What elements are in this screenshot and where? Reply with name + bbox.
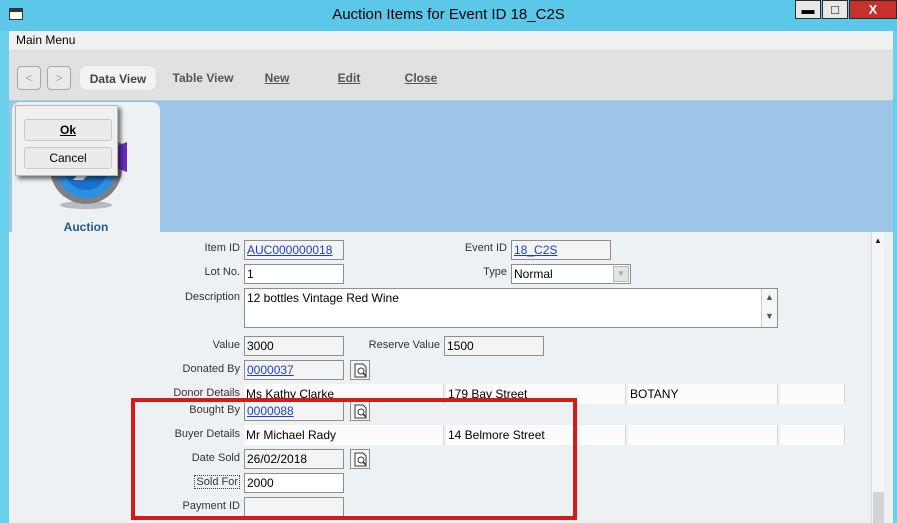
vertical-scrollbar[interactable]: ▲: [871, 232, 884, 523]
scroll-up-icon[interactable]: ▲: [761, 289, 777, 308]
lot-no-field[interactable]: 1: [244, 264, 344, 284]
scroll-down-icon[interactable]: ▼: [761, 308, 777, 327]
type-select[interactable]: Normal ▼: [511, 264, 631, 284]
auction-tab-label: Auction: [63, 220, 109, 234]
cancel-button[interactable]: Cancel: [24, 147, 112, 169]
confirm-popup: Ok Cancel: [15, 105, 118, 176]
toolbar: < > Data View Table View New Edit Close: [9, 51, 893, 101]
data-view-tab[interactable]: Data View: [79, 65, 157, 91]
description-text: 12 bottles Vintage Red Wine: [247, 291, 399, 305]
table-view-tab[interactable]: Table View: [164, 65, 242, 91]
close-button[interactable]: Close: [396, 65, 446, 91]
lookup-icon: [354, 363, 367, 378]
description-field[interactable]: 12 bottles Vintage Red Wine ▲ ▼: [244, 288, 778, 328]
lot-no-label: Lot No.: [204, 266, 240, 278]
minimize-button[interactable]: ▬: [795, 0, 821, 19]
event-id-label: Event ID: [464, 242, 507, 254]
maximize-button[interactable]: □: [822, 0, 848, 19]
value-field[interactable]: 3000: [244, 336, 344, 356]
type-label: Type: [483, 266, 507, 278]
dropdown-arrow-icon[interactable]: ▼: [613, 266, 629, 282]
description-label: Description: [184, 291, 240, 303]
close-window-button[interactable]: X: [849, 0, 897, 19]
highlight-box: [131, 398, 577, 520]
menu-bar: Main Menu: [9, 31, 893, 51]
value-label: Value: [212, 339, 240, 351]
donated-by-field[interactable]: 0000037: [244, 360, 344, 380]
window-title: Auction Items for Event ID 18_C2S: [332, 6, 565, 23]
donor-suburb: BOTANY: [628, 384, 778, 404]
donor-lookup-button[interactable]: [350, 360, 370, 380]
edit-button[interactable]: Edit: [324, 65, 374, 91]
new-button[interactable]: New: [252, 65, 302, 91]
main-menu[interactable]: Main Menu: [16, 33, 75, 47]
scrollbar-thumb[interactable]: [873, 492, 884, 523]
forward-button[interactable]: >: [47, 66, 71, 90]
type-select-value: Normal: [514, 267, 553, 281]
back-button[interactable]: <: [17, 66, 41, 90]
buyer-suburb: [628, 425, 778, 445]
donated-by-label: Donated By: [182, 363, 240, 375]
title-bar: Auction Items for Event ID 18_C2S ▬ □ X: [0, 0, 897, 31]
reserve-value-field[interactable]: 1500: [444, 336, 544, 356]
ok-button[interactable]: Ok: [24, 119, 112, 141]
item-id-field[interactable]: AUC000000018: [244, 240, 344, 260]
reserve-value-label: Reserve Value: [368, 339, 440, 351]
buyer-extra: [780, 425, 845, 445]
donor-extra: [780, 384, 845, 404]
item-id-label: Item ID: [204, 242, 240, 254]
scroll-up-icon[interactable]: ▲: [872, 234, 884, 248]
event-id-field[interactable]: 18_C2S: [511, 240, 611, 260]
